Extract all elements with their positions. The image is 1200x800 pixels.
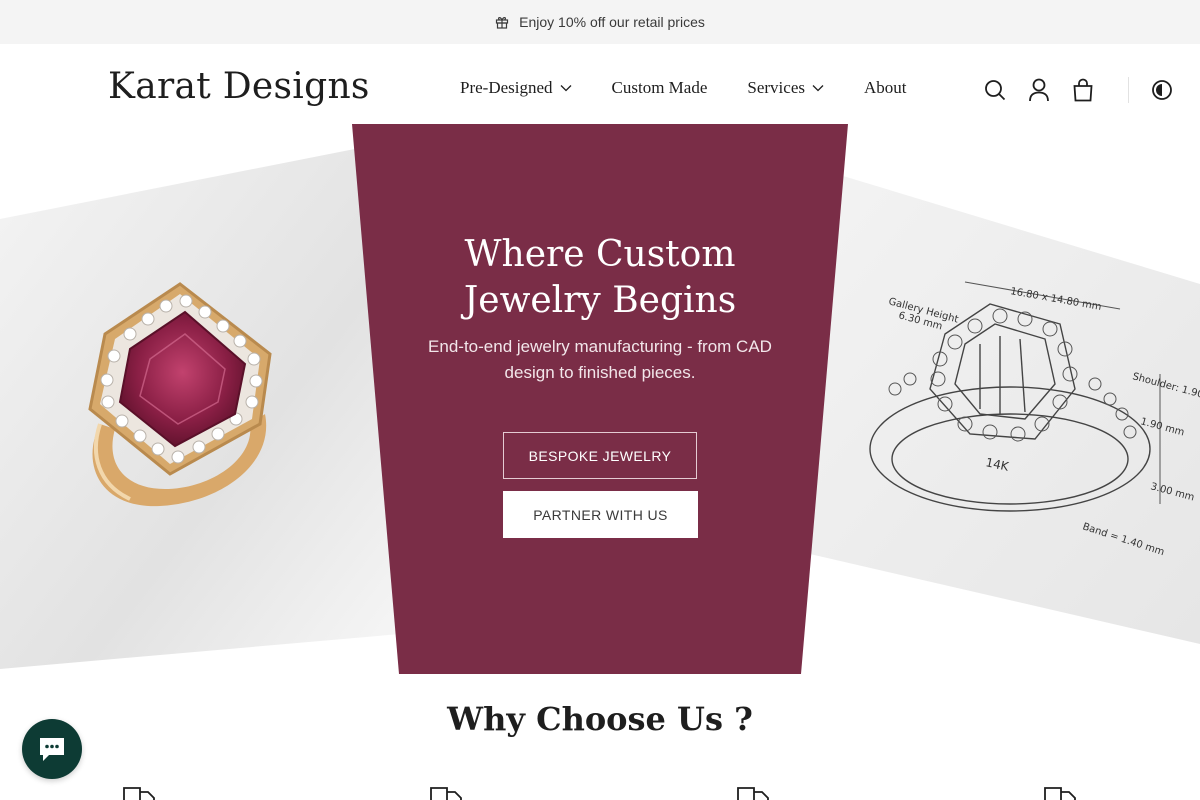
bespoke-jewelry-button[interactable]: BESPOKE JEWELRY — [503, 432, 697, 479]
hero-section: 16.80 x 14.80 mm Gallery Height 6.30 mm … — [0, 124, 1200, 674]
chevron-down-icon — [812, 84, 824, 92]
chat-button[interactable] — [22, 719, 82, 779]
nav-item-services[interactable]: Services — [747, 78, 824, 98]
account-icon[interactable] — [1026, 77, 1052, 103]
delivery-truck-icon — [1044, 787, 1076, 800]
cart-icon[interactable] — [1070, 77, 1096, 103]
nav-item-about[interactable]: About — [864, 78, 907, 98]
nav-item-label: Custom Made — [611, 78, 708, 97]
search-icon[interactable] — [982, 77, 1008, 103]
gift-icon — [495, 15, 509, 29]
why-choose-us-heading: Why Choose Us ? — [447, 700, 753, 738]
header-divider — [1128, 77, 1129, 103]
delivery-truck-icon — [430, 787, 462, 800]
delivery-truck-icon — [737, 787, 769, 800]
site-logo[interactable]: Karat Designs — [108, 66, 370, 107]
announcement-bar: Enjoy 10% off our retail prices — [0, 0, 1200, 44]
partner-with-us-button[interactable]: PARTNER WITH US — [503, 491, 698, 538]
hero-subtitle: End-to-end jewelry manufacturing - from … — [428, 337, 772, 382]
nav-item-pre-designed[interactable]: Pre-Designed — [460, 78, 572, 98]
delivery-truck-icon — [123, 787, 155, 800]
chevron-down-icon — [560, 84, 572, 92]
nav-item-label: Services — [747, 78, 805, 97]
main-nav: Pre-Designed Custom Made Services About — [460, 78, 946, 98]
contrast-icon[interactable] — [1149, 77, 1175, 103]
nav-item-label: About — [863, 78, 907, 97]
site-header: Karat Designs Pre-Designed Custom Made S… — [0, 44, 1200, 124]
header-actions — [982, 77, 1193, 103]
chat-icon — [40, 738, 64, 761]
hero-panel — [352, 124, 848, 674]
nav-item-custom-made[interactable]: Custom Made — [612, 78, 708, 98]
nav-item-label: Pre-Designed — [460, 78, 553, 97]
announcement-text: Enjoy 10% off our retail prices — [519, 14, 705, 30]
hero-title: Where Custom Jewelry Begins — [463, 234, 737, 321]
